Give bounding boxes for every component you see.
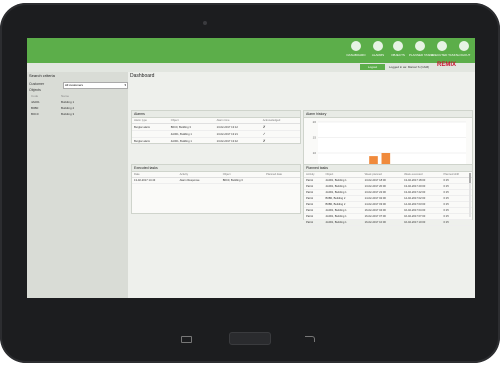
logout-icon [459,41,469,51]
objects-label: Objects [29,88,41,92]
nav-alarms[interactable]: ALARMS [367,41,389,63]
scrollbar[interactable] [469,173,471,217]
alarms-card: Alarms Alarm type Object Alarm time Ackn… [131,110,301,145]
executed-date: 13-02-2017 14:43 [132,177,178,184]
nav-dashboard[interactable]: DASHBOARD [345,41,367,63]
executed-tasks-card: Executed tasks Date Activity Object Plan… [131,164,301,214]
planned-executed: 16-02-2017 10:00 [402,219,442,226]
planned-tasks-table: Activity Object Week planned Week execut… [304,172,472,226]
main-content: Dashboard Alarms Alarm type Object Alarm… [128,72,475,298]
cross-icon: ✗ [260,123,300,131]
page-title: Dashboard [130,73,155,79]
back-icon[interactable] [305,336,315,342]
object-name: Building 3 [61,112,75,116]
nav-label: LOGOUT [457,53,471,57]
logged-in-text: Logged in as: Marcel S (CAM) [389,65,430,69]
alarm-time: 13-02-2017 13:21 [214,130,261,138]
planned-week: 16-02-2017 10:00 [362,219,403,226]
object-code: B0C0 [31,112,39,116]
customer-select[interactable]: All customers ▾ [63,82,128,89]
alarm-object: 4A001, Building 1 [168,130,215,138]
nav-objects[interactable]: OBJECTS [387,41,409,63]
objects-list: Code Name 4A001 Building 1 B0B0 Building… [31,94,74,118]
table-row[interactable]: 13-02-2017 14:43 Alarm Response B0C0, Bu… [132,177,300,184]
alarm-time: 13-02-2017 13:12 [214,123,261,131]
chevron-down-icon: ▾ [124,83,126,87]
alarm-type: Burglar alarm [132,137,169,145]
search-title: Search criteria [29,73,55,78]
alarm-object: B0C0, Building 3 [168,123,215,131]
alarm-history-title: Alarm history [304,111,472,118]
alarms-table: Alarm type Object Alarm time Acknowledge… [132,118,300,145]
alarm-time: 13-02-2017 13:42 [214,137,261,145]
dashboard-icon [351,41,361,51]
customer-select-value: All customers [65,83,84,87]
executed-object: B0C0, Building 3 [220,177,265,184]
search-sidebar: Search criteria Customer All customers ▾… [27,72,128,298]
nav-label: EXECUTED TASKS [431,53,458,57]
nav-planned-tasks[interactable]: PLANNED TASKS [409,41,434,63]
planned-activity: Patrol [304,219,324,226]
planned-tasks-title: Planned tasks [304,165,472,172]
alarm-type: Burglar alarm [132,123,169,131]
table-row[interactable]: 4A001, Building 1 13-02-2017 13:21 ✓ [132,130,300,138]
customer-label: Customer [29,82,45,86]
table-row[interactable]: Burglar alarm B0C0, Building 3 13-02-201… [132,123,300,131]
calendar-icon [415,41,425,51]
planned-shift: 0:15 [441,219,472,226]
check-icon: ✓ [260,130,300,138]
top-bar: DASHBOARD ALARMS OBJECTS PLANNED TASKS E… [27,38,475,63]
home-button[interactable] [229,332,271,345]
logout-button[interactable]: Logout [360,64,385,70]
executed-tasks-table: Date Activity Object Planned date 13-02-… [132,172,300,184]
clipboard-icon [437,41,447,51]
executed-activity: Alarm Response [177,177,221,184]
camera-dot [203,21,207,25]
nav-logout[interactable]: LOGOUT [453,41,475,63]
app-screen: DASHBOARD ALARMS OBJECTS PLANNED TASKS E… [27,38,475,298]
table-row[interactable]: Burglar alarm 4A001, Building 1 13-02-20… [132,137,300,145]
nav-executed-tasks[interactable]: EXECUTED TASKS [431,41,458,63]
scrollbar-thumb[interactable] [469,173,471,183]
y-tick-label: 15 [313,136,317,140]
alarm-type [132,130,169,138]
y-tick-label: 20 [313,120,317,124]
alarm-object: 4A001, Building 1 [168,137,215,145]
alarms-title: Alarms [132,111,300,118]
cross-icon: ✗ [260,137,300,145]
bell-icon [373,41,383,51]
list-item[interactable]: B0C0 Building 3 [31,112,74,118]
nav-label: PLANNED TASKS [409,53,434,57]
table-row[interactable]: Patrol 4A001, Building 1 16-02-2017 10:00 1… [304,219,472,226]
nav-label: OBJECTS [391,53,405,57]
brand-logo: REMIX [437,62,457,68]
planned-tasks-card: Planned tasks Activity Object Week plann… [303,164,473,226]
nav-label: ALARMS [371,53,385,57]
executed-tasks-title: Executed tasks [132,165,300,172]
recent-apps-icon[interactable] [181,336,192,343]
executed-planned [264,177,300,184]
home-icon [393,41,403,51]
nav-label: DASHBOARD [346,53,366,57]
y-tick-label: 10 [313,151,317,155]
planned-object: 4A001, Building 1 [323,219,363,226]
